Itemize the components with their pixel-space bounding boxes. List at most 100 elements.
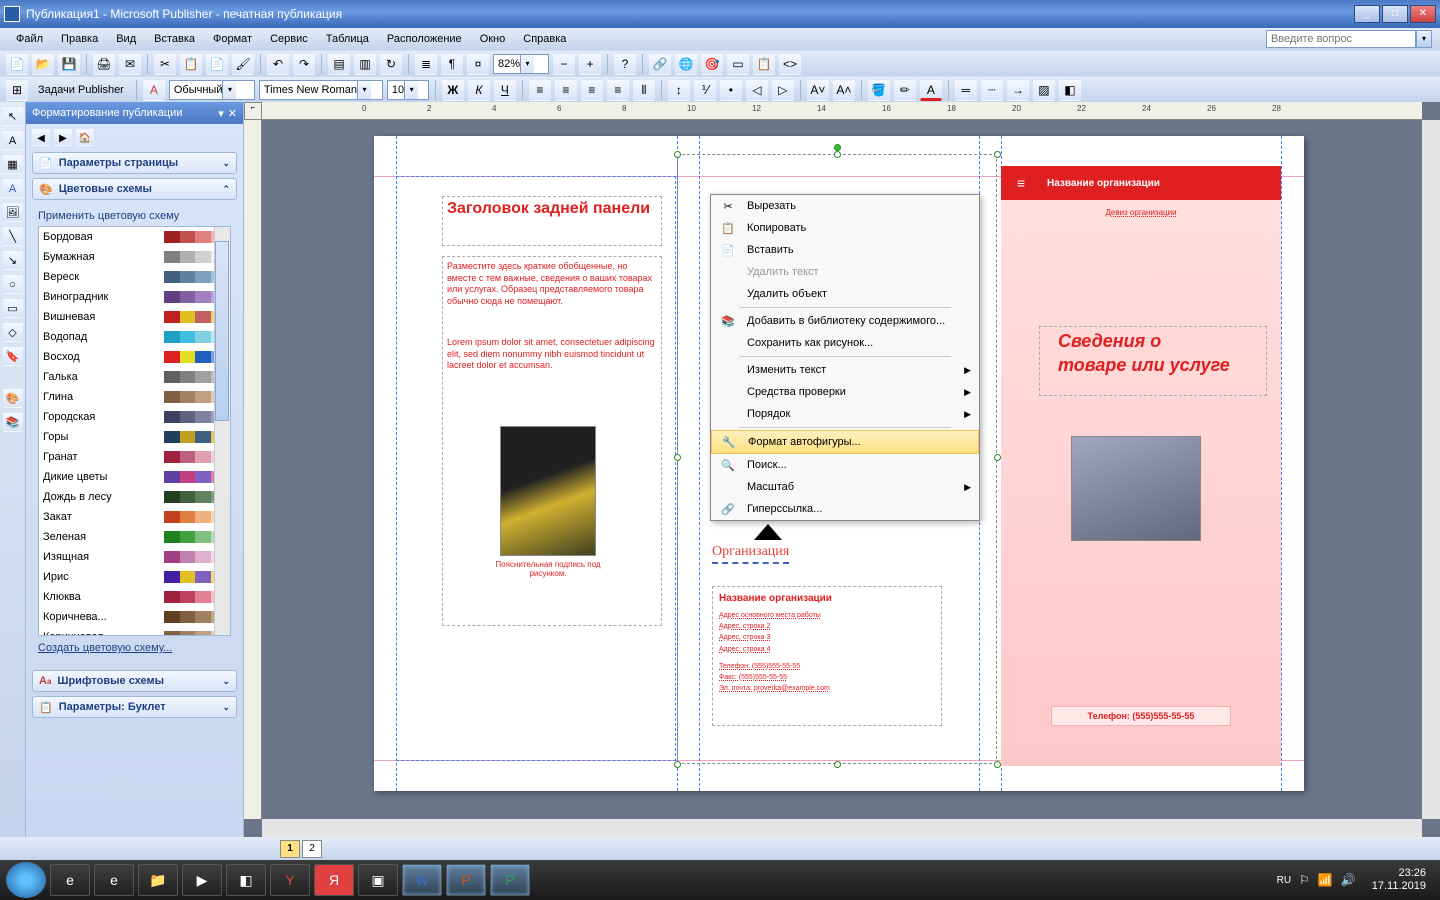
- taskbar-ya-icon[interactable]: Я: [314, 864, 354, 896]
- section-page-params[interactable]: 📄 Параметры страницы ⌄: [32, 152, 237, 174]
- taskbar-word-icon[interactable]: W: [402, 864, 442, 896]
- oval-tool[interactable]: ○: [3, 274, 23, 294]
- ctx-Гиперссылка-[interactable]: 🔗Гиперссылка...: [711, 498, 979, 520]
- scheme-scrollbar[interactable]: [214, 227, 230, 635]
- ctx-Сохранить-как-рисунок-[interactable]: Сохранить как рисунок...: [711, 332, 979, 354]
- zoom-in-button[interactable]: +: [579, 53, 601, 75]
- arrow-tool[interactable]: ↘: [3, 250, 23, 270]
- content-library-tool[interactable]: 📚: [3, 412, 23, 432]
- taskbar-explorer-icon[interactable]: 📁: [138, 864, 178, 896]
- autoshapes-tool[interactable]: ◇: [3, 322, 23, 342]
- italic-button[interactable]: К: [468, 79, 490, 101]
- nav-forward-button[interactable]: ▶: [54, 128, 72, 146]
- maximize-button[interactable]: □: [1382, 5, 1408, 23]
- menu-format[interactable]: Формат: [205, 31, 260, 47]
- resize-handle-se[interactable]: [994, 761, 1001, 768]
- web-preview-button[interactable]: 🌐: [675, 53, 697, 75]
- pointer-tool[interactable]: ↖: [3, 106, 23, 126]
- open-button[interactable]: 📂: [32, 53, 54, 75]
- resize-handle-ne[interactable]: [994, 151, 1001, 158]
- styles-button[interactable]: A: [143, 79, 165, 101]
- front-heading-frame[interactable]: Сведения о товаре или услуге: [1039, 326, 1267, 396]
- line-spacing-button[interactable]: ↕: [668, 79, 690, 101]
- ctx-Порядок[interactable]: Порядок▶: [711, 403, 979, 425]
- task-pane-dropdown-icon[interactable]: ▾: [218, 107, 224, 120]
- rectangle-tool[interactable]: ▭: [3, 298, 23, 318]
- menu-tools[interactable]: Сервис: [262, 31, 316, 47]
- taskbar-publisher-icon[interactable]: P: [490, 864, 530, 896]
- vertical-scrollbar[interactable]: [1422, 120, 1440, 819]
- scheme-item-Коричневая[interactable]: Коричневая: [39, 627, 230, 636]
- menu-edit[interactable]: Правка: [53, 31, 106, 47]
- scheme-item-Виноградник[interactable]: Виноградник: [39, 287, 230, 307]
- scheme-item-Водопад[interactable]: Водопад: [39, 327, 230, 347]
- language-indicator[interactable]: RU: [1277, 875, 1291, 886]
- menu-help[interactable]: Справка: [515, 31, 574, 47]
- wordart-tool[interactable]: A: [3, 178, 23, 198]
- copy-button[interactable]: 📋: [180, 53, 202, 75]
- org-info-block[interactable]: Название организации Адрес основного мес…: [712, 586, 942, 726]
- ctx-Формат-автофигуры-[interactable]: 🔧Формат автофигуры...: [711, 430, 979, 454]
- line-style-button[interactable]: ═: [955, 79, 977, 101]
- line-tool[interactable]: ╲: [3, 226, 23, 246]
- line-color-button[interactable]: ✏: [894, 79, 916, 101]
- rotation-handle[interactable]: [834, 144, 841, 151]
- picture-tool[interactable]: 🖼: [3, 202, 23, 222]
- menu-table[interactable]: Таблица: [318, 31, 377, 47]
- scheme-item-Гранат[interactable]: Гранат: [39, 447, 230, 467]
- scheme-item-Дождь в лесу[interactable]: Дождь в лесу: [39, 487, 230, 507]
- bookmark-tool[interactable]: 🔖: [3, 346, 23, 366]
- front-panel[interactable]: ≡ Название организации Девиз организации…: [1001, 166, 1281, 766]
- menu-arrange[interactable]: Расположение: [379, 31, 470, 47]
- hyperlink-button[interactable]: 🔗: [649, 53, 671, 75]
- section-booklet-params[interactable]: 📋 Параметры: Буклет ⌄: [32, 696, 237, 718]
- ruler-corner[interactable]: ⌐: [244, 102, 262, 120]
- html-button[interactable]: <>: [779, 53, 801, 75]
- scheme-item-Ирис[interactable]: Ирис: [39, 567, 230, 587]
- help-button[interactable]: ?: [614, 53, 636, 75]
- bullets-button[interactable]: •: [720, 79, 742, 101]
- scheme-item-Клюква[interactable]: Клюква: [39, 587, 230, 607]
- horizontal-scrollbar[interactable]: [262, 819, 1422, 837]
- paragraph-button[interactable]: ¶: [441, 53, 463, 75]
- zoom-out-button[interactable]: −: [553, 53, 575, 75]
- minimize-button[interactable]: _: [1354, 5, 1380, 23]
- scheme-item-Городская[interactable]: Городская: [39, 407, 230, 427]
- 3d-button[interactable]: ◧: [1059, 79, 1081, 101]
- section-font-schemes[interactable]: Aa Шрифтовые схемы ⌄: [32, 670, 237, 692]
- ctx-Вставить[interactable]: 📄Вставить: [711, 239, 979, 261]
- ctx-Поиск-[interactable]: 🔍Поиск...: [711, 454, 979, 476]
- scheme-item-Вишневая[interactable]: Вишневая: [39, 307, 230, 327]
- taskbar-ie2-icon[interactable]: e: [94, 864, 134, 896]
- color-scheme-list[interactable]: БордоваяБумажнаяВерескВиноградникВишнева…: [38, 226, 231, 636]
- back-image-placeholder[interactable]: [500, 426, 596, 556]
- align-center-button[interactable]: ≡: [555, 79, 577, 101]
- font-color-button[interactable]: A: [920, 79, 942, 101]
- scheme-item-Глина[interactable]: Глина: [39, 387, 230, 407]
- format-painter-button[interactable]: 🖌: [232, 53, 254, 75]
- new-button[interactable]: 📄: [6, 53, 28, 75]
- taskbar-wmp-icon[interactable]: ▶: [182, 864, 222, 896]
- page-tab-1[interactable]: 1: [280, 840, 300, 858]
- resize-handle-w[interactable]: [674, 454, 681, 461]
- back-heading-frame[interactable]: Заголовок задней панели: [442, 196, 662, 246]
- flag-icon[interactable]: ⚐: [1299, 873, 1310, 887]
- bold-button[interactable]: Ж: [442, 79, 464, 101]
- shadow-button[interactable]: ▨: [1033, 79, 1055, 101]
- vertical-ruler[interactable]: [244, 120, 262, 819]
- style-combo[interactable]: Обычный▾: [169, 80, 255, 100]
- arrow-style-button[interactable]: →: [1007, 79, 1029, 101]
- scheme-item-Горы[interactable]: Горы: [39, 427, 230, 447]
- close-button[interactable]: ✕: [1410, 5, 1436, 23]
- network-icon[interactable]: 📶: [1318, 873, 1333, 887]
- scheme-item-Закат[interactable]: Закат: [39, 507, 230, 527]
- dash-style-button[interactable]: ┈: [981, 79, 1003, 101]
- send-back-button[interactable]: ▥: [354, 53, 376, 75]
- special-chars-button[interactable]: ¤: [467, 53, 489, 75]
- nav-home-button[interactable]: 🏠: [76, 128, 94, 146]
- ctx-Удалить-объект[interactable]: Удалить объект: [711, 283, 979, 305]
- fill-color-button[interactable]: 🪣: [868, 79, 890, 101]
- menu-insert[interactable]: Вставка: [146, 31, 203, 47]
- scheme-item-Бумажная[interactable]: Бумажная: [39, 247, 230, 267]
- align-right-button[interactable]: ≡: [581, 79, 603, 101]
